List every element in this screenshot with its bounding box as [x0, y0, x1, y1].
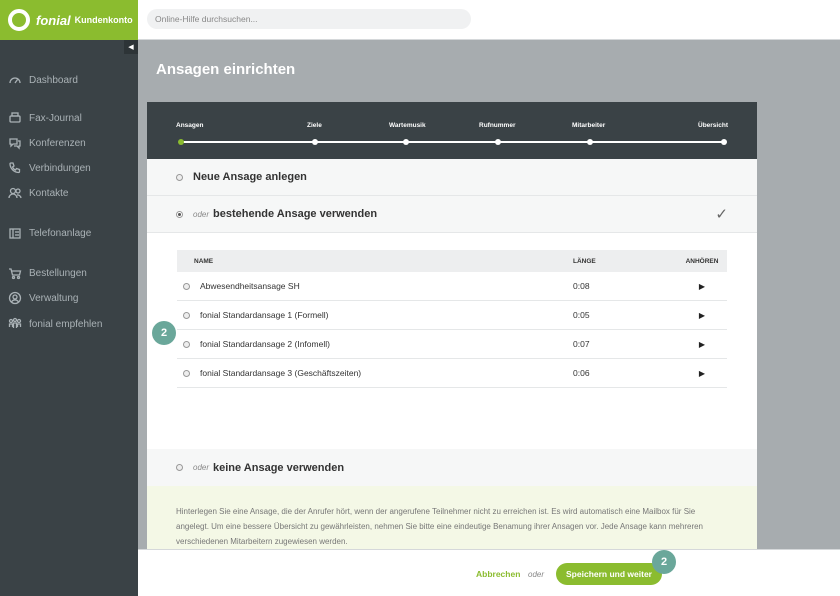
- sidebar-item-label: Telefonanlage: [29, 227, 92, 239]
- step-ziele[interactable]: Ziele: [307, 122, 322, 129]
- brand-name: fonial: [36, 12, 71, 28]
- sidebar-item-label: Dashboard: [29, 74, 78, 86]
- option-existing-announcement[interactable]: oder bestehende Ansage verwenden ✓: [147, 196, 757, 233]
- step-dot-ziele: [312, 139, 318, 145]
- page-title: Ansagen einrichten: [156, 61, 296, 78]
- table-header: NAME LÄNGE ANHÖREN: [177, 250, 727, 272]
- sidebar-item-fax-journal[interactable]: Fax-Journal: [8, 111, 82, 125]
- table-row[interactable]: fonial Standardansage 3 (Geschäftszeiten…: [177, 359, 727, 388]
- logo-ring-icon: [8, 9, 30, 31]
- info-hint: Hinterlegen Sie eine Ansage, die der Anr…: [147, 486, 757, 549]
- header-length: LÄNGE: [573, 257, 596, 265]
- top-bar: [138, 0, 840, 40]
- step-dot-mitarbeiter: [587, 139, 593, 145]
- header-name: NAME: [194, 257, 214, 265]
- sidebar-item-kontakte[interactable]: Kontakte: [8, 186, 68, 200]
- play-icon[interactable]: ▶: [699, 340, 705, 349]
- sidebar-item-konferenzen[interactable]: Konferenzen: [8, 136, 86, 150]
- sidebar-item-label: Verbindungen: [29, 162, 91, 174]
- brand-sub: Kundenkonto: [74, 15, 133, 25]
- user-icon: [8, 291, 22, 305]
- option-new-label: Neue Ansage anlegen: [193, 171, 307, 183]
- step-dot-ansagen: [178, 139, 184, 145]
- sidebar-item-label: Bestellungen: [29, 267, 87, 279]
- option-new-announcement[interactable]: Neue Ansage anlegen: [147, 159, 757, 196]
- sidebar-item-telefonanlage[interactable]: Telefonanlage: [8, 226, 91, 240]
- wizard-card: Ansagen Ziele Wartemusik Rufnummer Mitar…: [147, 102, 757, 549]
- steps-line: [180, 141, 725, 143]
- fax-icon: [8, 111, 22, 125]
- row-length: 0:07: [573, 339, 590, 349]
- sidebar-item-label: Fax-Journal: [29, 112, 82, 124]
- fonial-logo[interactable]: fonial Kundenkonto: [0, 0, 138, 40]
- option-no-announcement[interactable]: oder keine Ansage verwenden: [147, 449, 757, 486]
- step-dot-wartemusik: [403, 139, 409, 145]
- row-length: 0:06: [573, 368, 590, 378]
- sidebar-item-verbindungen[interactable]: Verbindungen: [8, 161, 91, 175]
- oder-text: oder: [193, 463, 210, 472]
- row-name: fonial Standardansage 2 (Infomell): [200, 339, 330, 349]
- radio-new[interactable]: [176, 173, 183, 181]
- sidebar-item-verwaltung[interactable]: Verwaltung: [8, 291, 78, 305]
- oder-text: oder: [193, 209, 210, 219]
- sidebar-item-bestellungen[interactable]: Bestellungen: [8, 266, 87, 280]
- sidebar-item-label: fonial empfehlen: [29, 318, 103, 330]
- step-dot-rufnummer: [495, 139, 501, 145]
- search-input[interactable]: [147, 9, 471, 29]
- dashboard-icon: [8, 73, 22, 87]
- sidebar-item-label: Kontakte: [29, 187, 69, 199]
- row-name: Abwesendheitsansage SH: [200, 281, 300, 291]
- row-length: 0:08: [573, 281, 590, 291]
- row-radio[interactable]: [183, 340, 190, 348]
- row-name: fonial Standardansage 3 (Geschäftszeiten…: [200, 368, 362, 378]
- sidebar-item-dashboard[interactable]: Dashboard: [8, 73, 78, 87]
- step-wartemusik[interactable]: Wartemusik: [389, 122, 426, 129]
- row-radio[interactable]: [183, 282, 190, 290]
- play-icon[interactable]: ▶: [699, 282, 705, 291]
- step-mitarbeiter[interactable]: Mitarbeiter: [572, 122, 605, 129]
- step-rufnummer[interactable]: Rufnummer: [479, 122, 515, 129]
- table-row[interactable]: fonial Standardansage 1 (Formell) 0:05 ▶: [177, 301, 727, 330]
- contacts-icon: [8, 186, 22, 200]
- table-row[interactable]: Abwesendheitsansage SH 0:08 ▶: [177, 272, 727, 301]
- option-none-label: keine Ansage verwenden: [213, 461, 345, 474]
- recommend-icon: [8, 317, 22, 331]
- row-radio[interactable]: [183, 369, 190, 377]
- phone-icon: [8, 161, 22, 175]
- cancel-link[interactable]: Abbrechen: [476, 569, 520, 579]
- step-badge-footer: 2: [652, 550, 676, 574]
- option-existing-label: bestehende Ansage verwenden: [213, 208, 378, 220]
- play-icon[interactable]: ▶: [699, 311, 705, 320]
- sidebar-item-fonial-empfehlen[interactable]: fonial empfehlen: [8, 317, 102, 331]
- collapse-sidebar-button[interactable]: ◀: [124, 40, 138, 54]
- footer-bar: Abbrechen oder Speichern und weiter: [138, 549, 840, 596]
- announcements-table: NAME LÄNGE ANHÖREN Abwesendheitsansage S…: [177, 250, 727, 388]
- pbx-icon: [8, 226, 22, 240]
- save-and-continue-button[interactable]: Speichern und weiter: [556, 563, 662, 585]
- step-ansagen[interactable]: Ansagen: [176, 122, 203, 129]
- row-length: 0:05: [573, 310, 590, 320]
- cart-icon: [8, 266, 22, 280]
- wizard-steps: Ansagen Ziele Wartemusik Rufnummer Mitar…: [147, 102, 757, 159]
- radio-none[interactable]: [176, 464, 183, 471]
- row-name: fonial Standardansage 1 (Formell): [200, 310, 329, 320]
- sidebar-item-label: Verwaltung: [29, 292, 79, 304]
- play-icon[interactable]: ▶: [699, 369, 705, 378]
- footer-oder-text: oder: [528, 570, 545, 579]
- header-listen: ANHÖREN: [685, 257, 719, 265]
- step-uebersicht[interactable]: Übersicht: [698, 122, 728, 129]
- check-icon: ✓: [715, 206, 728, 223]
- table-row[interactable]: fonial Standardansage 2 (Infomell) 0:07 …: [177, 330, 727, 359]
- conference-icon: [8, 136, 22, 150]
- step-dot-uebersicht: [721, 139, 727, 145]
- step-badge-left: 2: [152, 321, 176, 345]
- sidebar-item-label: Konferenzen: [29, 137, 86, 149]
- row-radio[interactable]: [183, 311, 190, 319]
- sidebar: ◀ Dashboard Fax-Journal Konferenzen Verb…: [0, 40, 138, 596]
- radio-existing[interactable]: [176, 210, 183, 218]
